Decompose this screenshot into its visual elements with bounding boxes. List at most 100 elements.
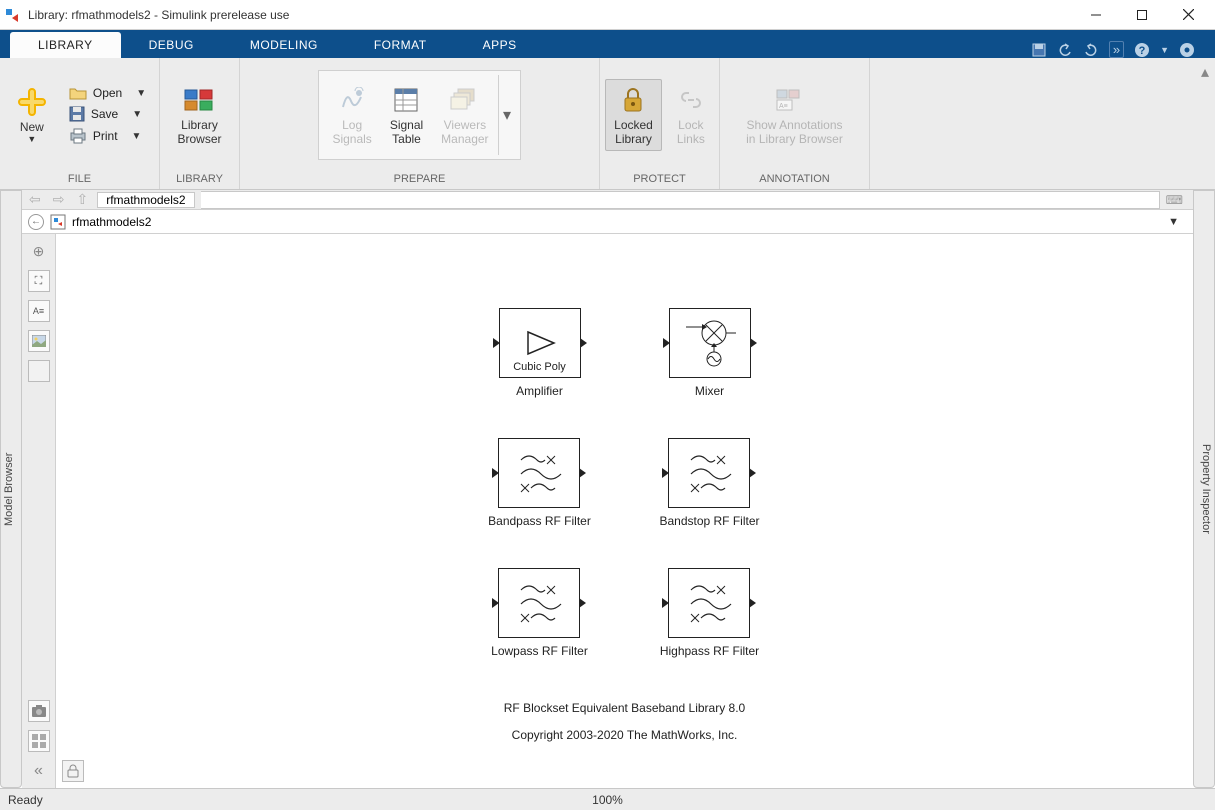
breadcrumb-text[interactable]: rfmathmodels2 — [72, 215, 151, 229]
signal-table-label: Signal Table — [390, 118, 423, 147]
group-library-label: LIBRARY — [176, 170, 223, 189]
undo-icon[interactable] — [1057, 42, 1073, 58]
window-title: Library: rfmathmodels2 - Simulink prerel… — [28, 8, 1073, 22]
nav-back-icon[interactable]: ⇦ — [26, 191, 44, 208]
amplifier-icon — [520, 328, 560, 358]
open-label: Open — [93, 86, 122, 100]
model-doc-icon — [50, 214, 66, 230]
lowpass-label: Lowpass RF Filter — [491, 644, 588, 658]
svg-text:A≡: A≡ — [779, 103, 788, 110]
nav-forward-icon[interactable]: ⇨ — [50, 191, 68, 208]
library-browser-button[interactable]: Library Browser — [168, 79, 230, 152]
collapse-tools-icon[interactable]: « — [28, 760, 50, 782]
save-quick-icon[interactable] — [1031, 42, 1047, 58]
lock-links-label: Lock Links — [677, 118, 705, 147]
block-mixer[interactable] — [669, 308, 751, 378]
locked-library-label: Locked Library — [614, 118, 653, 147]
workspace: Model Browser ⇦ ⇨ ⇧ rfmathmodels2 ⌨ ← rf… — [0, 190, 1215, 788]
signal-table-button[interactable]: Signal Table — [381, 79, 432, 152]
mixer-icon — [680, 313, 740, 373]
library-browser-label: Library Browser — [177, 118, 221, 147]
block-amplifier[interactable]: Cubic Poly — [499, 308, 581, 378]
save-icon — [69, 106, 85, 122]
canvas-lock-icon[interactable] — [62, 760, 84, 782]
back-circle-icon[interactable]: ← — [28, 214, 44, 230]
group-file-label: FILE — [68, 170, 91, 189]
block-highpass[interactable] — [668, 568, 750, 638]
log-signals-button[interactable]: Log Signals — [323, 79, 380, 152]
pin-icon[interactable] — [1179, 42, 1195, 58]
print-label: Print — [93, 129, 118, 143]
lock-links-button[interactable]: Lock Links — [668, 79, 714, 152]
new-button[interactable]: New ▼ — [7, 81, 57, 149]
highpass-filter-icon — [679, 578, 739, 628]
viewers-manager-button[interactable]: Viewers Manager — [432, 79, 497, 152]
mixer-label: Mixer — [695, 384, 724, 398]
redo-icon[interactable] — [1083, 42, 1099, 58]
tab-modeling[interactable]: MODELING — [222, 32, 346, 58]
amplifier-label: Amplifier — [516, 384, 563, 398]
library-version-text: RF Blockset Equivalent Baseband Library … — [504, 695, 745, 721]
block-lowpass[interactable] — [498, 568, 580, 638]
annotation-tool-icon[interactable]: A≡ — [28, 300, 50, 322]
model-browser-tab[interactable]: Model Browser — [0, 190, 22, 788]
bandpass-label: Bandpass RF Filter — [488, 514, 591, 528]
canvas[interactable]: Cubic Poly Amplifier — [56, 234, 1193, 788]
print-icon — [69, 128, 87, 144]
image-tool-icon[interactable] — [28, 330, 50, 352]
show-annotations-label: Show Annotations in Library Browser — [746, 118, 843, 147]
status-bar: Ready 100% — [0, 788, 1215, 810]
tab-format[interactable]: FORMAT — [346, 32, 455, 58]
folder-icon — [69, 86, 87, 100]
highpass-label: Highpass RF Filter — [660, 644, 759, 658]
titlebar: Library: rfmathmodels2 - Simulink prerel… — [0, 0, 1215, 30]
amplifier-inner-text: Cubic Poly — [513, 361, 566, 373]
area-tool-icon[interactable] — [28, 360, 50, 382]
ribbon-collapse-icon[interactable]: ▴ — [1195, 58, 1215, 189]
nav-up-icon[interactable]: ⇧ — [73, 191, 91, 208]
new-label: New — [20, 120, 44, 134]
tab-debug[interactable]: DEBUG — [121, 32, 222, 58]
camera-icon[interactable] — [28, 700, 50, 722]
minimize-button[interactable] — [1073, 0, 1119, 30]
lowpass-filter-icon — [509, 578, 569, 628]
group-prepare-label: PREPARE — [394, 170, 446, 189]
block-bandpass[interactable] — [498, 438, 580, 508]
tab-library[interactable]: LIBRARY — [10, 32, 121, 58]
canvas-footer: RF Blockset Equivalent Baseband Library … — [504, 695, 745, 748]
fit-view-icon[interactable]: ⛶ — [28, 270, 50, 292]
help-dropdown-icon[interactable]: ▼ — [1160, 45, 1169, 55]
ribbon-tabs: LIBRARY DEBUG MODELING FORMAT APPS » ? ▼ — [0, 30, 1215, 58]
open-button[interactable]: Open▼ — [63, 84, 152, 102]
breadcrumb-bar: ← rfmathmodels2 ▼ — [22, 210, 1193, 234]
close-button[interactable] — [1165, 0, 1211, 30]
log-signals-label: Log Signals — [332, 118, 371, 147]
property-inspector-tab[interactable]: Property Inspector — [1193, 190, 1215, 788]
locked-library-button[interactable]: Locked Library — [605, 79, 662, 152]
bandstop-label: Bandstop RF Filter — [659, 514, 759, 528]
print-button[interactable]: Print▼ — [63, 126, 152, 146]
status-zoom: 100% — [592, 793, 623, 807]
help-icon[interactable]: ? — [1134, 42, 1150, 58]
nav-row: ⇦ ⇨ ⇧ rfmathmodels2 ⌨ — [22, 190, 1193, 210]
viewers-manager-label: Viewers Manager — [441, 118, 488, 147]
maximize-button[interactable] — [1119, 0, 1165, 30]
save-button[interactable]: Save▼ — [63, 104, 152, 124]
crumb-tab[interactable]: rfmathmodels2 — [97, 192, 194, 208]
zoom-magnify-icon[interactable]: ⊕ — [28, 240, 50, 262]
prepare-dropdown[interactable]: ▾ — [498, 75, 516, 155]
bandpass-filter-icon — [509, 448, 569, 498]
show-annotations-button[interactable]: A≡ Show Annotations in Library Browser — [737, 79, 852, 152]
viewmarks-icon[interactable] — [28, 730, 50, 752]
group-annotation-label: ANNOTATION — [759, 170, 829, 189]
more-icon[interactable]: » — [1109, 41, 1124, 58]
ribbon: New ▼ Open▼ Save▼ Print▼ FILE — [0, 58, 1215, 190]
bandstop-filter-icon — [679, 448, 739, 498]
block-bandstop[interactable] — [668, 438, 750, 508]
tab-apps[interactable]: APPS — [455, 32, 545, 58]
breadcrumb-dropdown-icon[interactable]: ▼ — [1168, 216, 1187, 228]
svg-text:?: ? — [1139, 45, 1146, 57]
save-label: Save — [91, 107, 118, 121]
keyboard-icon[interactable]: ⌨ — [1166, 193, 1189, 207]
group-protect-label: PROTECT — [633, 170, 686, 189]
